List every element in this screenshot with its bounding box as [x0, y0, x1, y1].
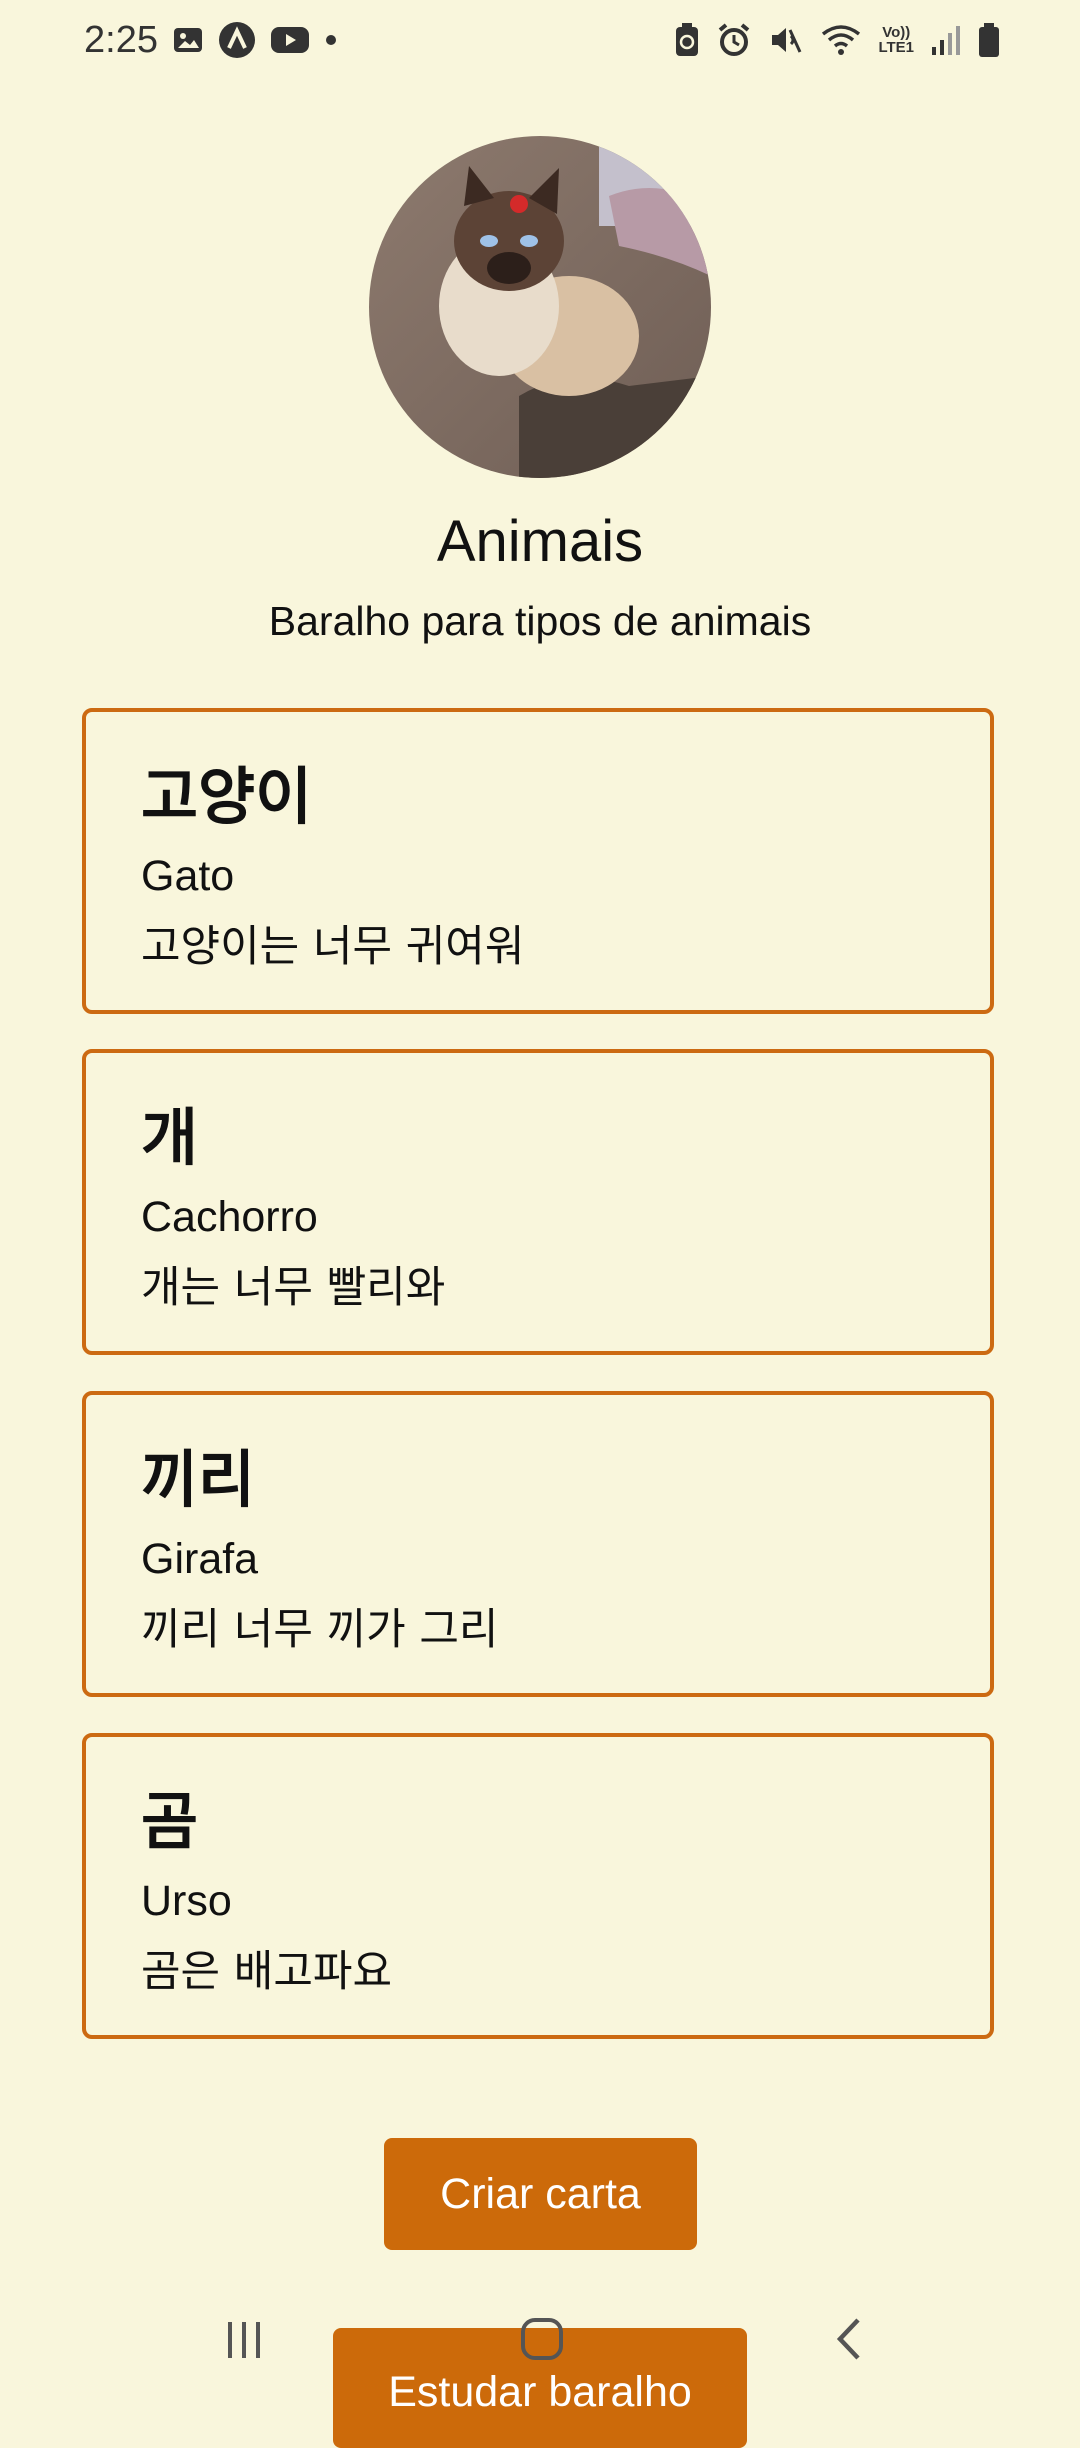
- image-icon: [172, 24, 204, 56]
- card-back: Cachorro: [141, 1193, 318, 1241]
- card-example: 끼리 너무 끼가 그리: [141, 1605, 499, 1655]
- card-front: 끼리: [141, 1443, 256, 1516]
- card-front: 곰: [141, 1785, 199, 1858]
- status-left: 2:25: [84, 14, 338, 66]
- signal-icon: [930, 23, 962, 57]
- card-back: Urso: [141, 1877, 232, 1925]
- card-example: 고양이는 너무 귀여워: [141, 922, 525, 972]
- card-front: 개: [141, 1101, 199, 1174]
- status-time: 2:25: [84, 18, 158, 61]
- volte-icon: Vo)) LTE1: [878, 25, 914, 55]
- flashcard[interactable]: 개 Cachorro 개는 너무 빨리와: [82, 1049, 994, 1355]
- status-right: Vo)) LTE1: [674, 14, 1000, 66]
- deck-description: Baralho para tipos de animais: [268, 598, 812, 644]
- home-icon[interactable]: [519, 2316, 565, 2367]
- app-logo-icon: [218, 21, 256, 59]
- back-icon[interactable]: [830, 2316, 866, 2367]
- deck-image: [369, 136, 711, 478]
- status-bar: 2:25 Vo)) LTE1: [0, 0, 1080, 80]
- deck-title: Animais: [436, 509, 644, 574]
- battery-saver-icon: [674, 22, 700, 58]
- wifi-icon: [820, 22, 862, 58]
- flashcard[interactable]: 끼리 Girafa 끼리 너무 끼가 그리: [82, 1391, 994, 1697]
- card-back: Girafa: [141, 1535, 259, 1583]
- battery-icon: [978, 22, 1000, 58]
- mute-icon: [768, 22, 804, 58]
- card-front: 고양이: [141, 760, 313, 833]
- notification-dot-icon: [324, 33, 338, 47]
- flashcard[interactable]: 고양이 Gato 고양이는 너무 귀여워: [82, 708, 994, 1014]
- navigation-bar: [0, 2290, 1080, 2400]
- volte-bottom-label: LTE1: [878, 39, 914, 56]
- youtube-icon: [270, 25, 310, 55]
- flashcard[interactable]: 곰 Urso 곰은 배고파요: [82, 1733, 994, 2039]
- recents-icon[interactable]: [222, 2318, 266, 2367]
- card-example: 개는 너무 빨리와: [141, 1263, 446, 1313]
- card-example: 곰은 배고파요: [141, 1947, 393, 1997]
- create-card-button[interactable]: Criar carta: [384, 2138, 697, 2250]
- card-back: Gato: [141, 852, 235, 900]
- alarm-icon: [716, 22, 752, 58]
